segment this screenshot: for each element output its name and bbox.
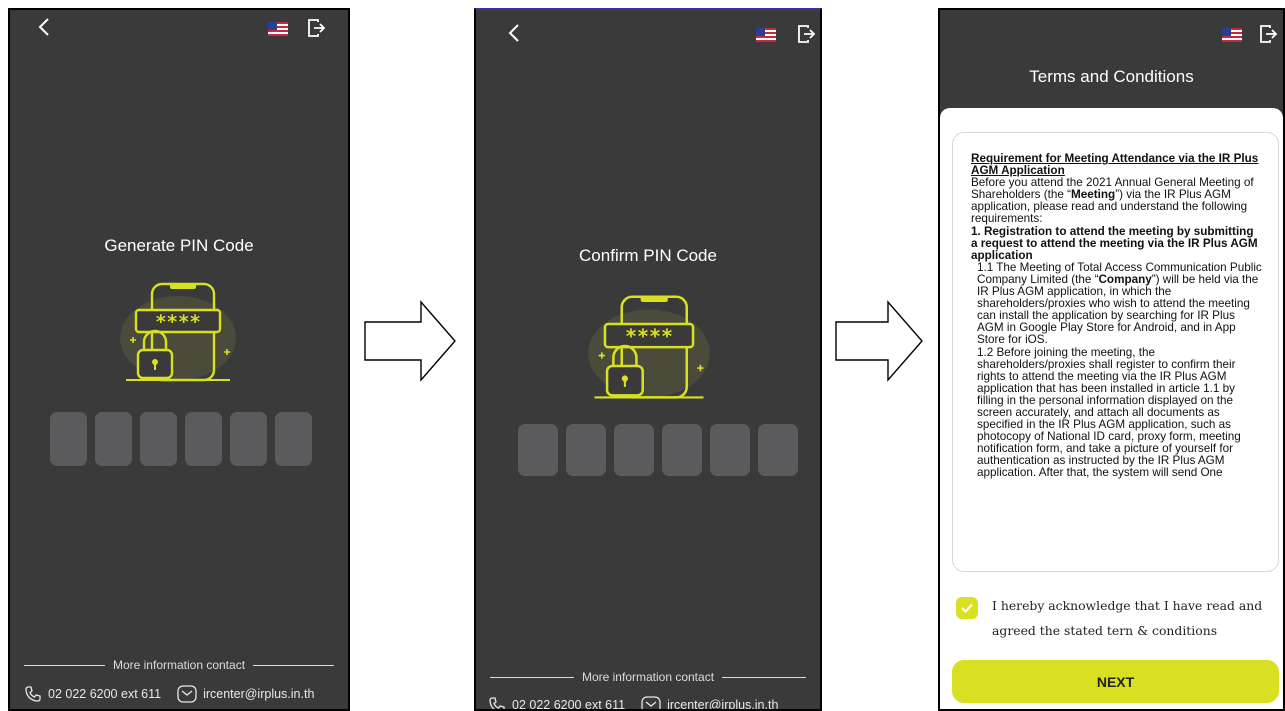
email-icon [641,696,661,709]
email-contact[interactable]: ircenter@irplus.in.th [641,696,779,711]
terms-paragraph-1-1: 1.1 The Meeting of Total Access Communic… [977,260,1262,347]
lock-icon: **** [120,282,236,382]
divider-line [24,664,105,666]
footer-divider: More information contact [490,670,806,684]
right-arrow-icon [835,300,923,382]
svg-text:****: **** [155,311,201,333]
pin-digit-box[interactable] [758,424,798,476]
terms-intro: Before you attend the 2021 Annual Genera… [971,176,1254,226]
phone-icon [489,697,505,709]
email-address: ircenter@irplus.in.th [203,687,315,701]
divider-line [490,676,574,678]
right-arrow-icon [364,300,456,382]
checkmark-icon [961,603,973,614]
page-title: Generate PIN Code [104,236,254,255]
pin-digit-box[interactable] [140,412,177,466]
logout-icon[interactable] [796,24,816,44]
terms-panel: Requirement for Meeting Attendance via t… [940,108,1283,709]
confirm-pin-screen: Confirm PIN Code **** More information c… [474,8,822,711]
email-icon [177,685,197,703]
terms-paragraph-1-2: 1.2 Before joining the meeting, the shar… [977,345,1241,480]
footer-label: More information contact [581,670,715,684]
back-arrow-icon[interactable] [34,16,56,38]
divider-line [253,664,334,666]
terms-scroll-area[interactable]: Requirement for Meeting Attendance via t… [952,132,1279,572]
phone-number: 02 022 6200 ext 611 [48,687,162,701]
pin-digit-box[interactable] [275,412,312,466]
pin-digit-box[interactable] [230,412,267,466]
svg-text:****: **** [625,325,673,348]
page-title: Confirm PIN Code [579,246,717,265]
pin-digit-box[interactable] [185,412,222,466]
pin-digit-box[interactable] [518,424,558,476]
phone-icon [25,686,41,702]
acknowledge-label: I hereby acknowledge that I have read an… [992,598,1263,638]
pin-digit-box[interactable] [614,424,654,476]
divider-line [722,676,806,678]
us-flag-icon[interactable] [1222,28,1242,42]
contact-row: 02 022 6200 ext 611 ircenter@irplus.in.t… [24,685,314,703]
phone-contact[interactable]: 02 022 6200 ext 611 [24,685,161,703]
pin-input-row[interactable] [518,424,798,476]
top-bar [10,10,348,50]
back-arrow-icon[interactable] [504,22,526,44]
pin-digit-box[interactable] [50,412,87,466]
email-contact[interactable]: ircenter@irplus.in.th [177,685,314,703]
pin-digit-box[interactable] [95,412,132,466]
terms-header: Terms and Conditions [940,10,1283,108]
pin-input-row[interactable] [50,412,312,466]
logout-icon[interactable] [1258,24,1278,44]
pin-digit-box[interactable] [566,424,606,476]
terms-screen: Terms and Conditions Requirement for Mee… [938,8,1285,711]
top-bar [476,10,820,50]
us-flag-icon[interactable] [268,22,288,36]
page-title: Terms and Conditions [1029,67,1194,86]
pin-digit-box[interactable] [710,424,750,476]
acknowledge-checkbox[interactable] [956,597,978,619]
terms-text: Requirement for Meeting Attendance via t… [971,152,1262,480]
generate-pin-screen: Generate PIN Code **** More information … [8,8,350,711]
email-address: ircenter@irplus.in.th [667,698,779,711]
next-button[interactable]: NEXT [952,660,1279,703]
footer-label: More information contact [112,658,246,672]
pin-digit-box[interactable] [662,424,702,476]
phone-contact[interactable]: 02 022 6200 ext 611 [488,696,626,711]
acknowledge-row: I hereby acknowledge that I have read an… [956,593,1269,643]
terms-heading: Requirement for Meeting Attendance via t… [971,152,1259,178]
terms-section-1: 1. Registration to attend the meeting by… [971,224,1258,262]
logout-icon[interactable] [306,18,326,38]
lock-icon: **** [588,295,710,399]
footer-divider: More information contact [24,658,334,672]
contact-row: 02 022 6200 ext 611 ircenter@irplus.in.t… [488,696,779,711]
us-flag-icon[interactable] [756,28,776,42]
phone-number: 02 022 6200 ext 611 [512,698,626,711]
